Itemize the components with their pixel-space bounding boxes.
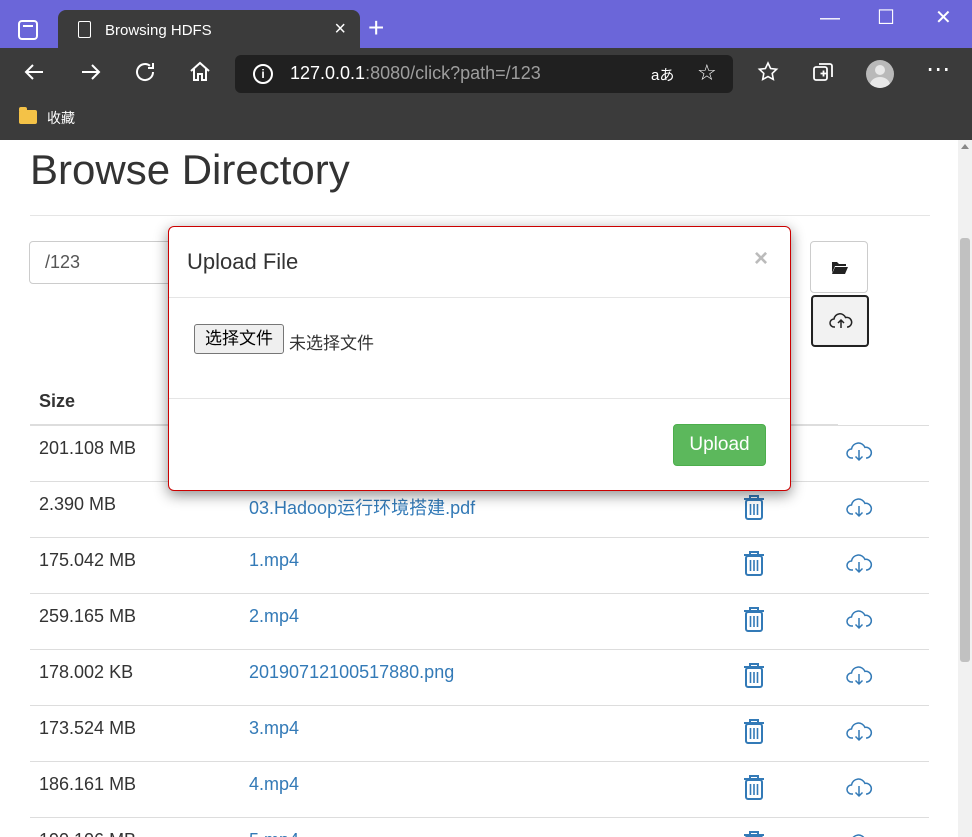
trash-icon[interactable] xyxy=(742,550,766,581)
page-title: Browse Directory xyxy=(30,146,350,193)
trash-icon[interactable] xyxy=(742,606,766,637)
home-icon[interactable] xyxy=(188,60,212,84)
scroll-thumb[interactable] xyxy=(960,238,970,662)
tab-close-button[interactable]: × xyxy=(334,19,346,39)
browser-titlebar: Browsing HDFS × + — ☐ ✕ xyxy=(0,0,972,50)
file-name-link[interactable]: 3.mp4 xyxy=(249,718,299,739)
collections-icon[interactable] xyxy=(811,60,835,84)
cloud-download-icon[interactable] xyxy=(845,553,873,580)
file-name-link[interactable]: 1.mp4 xyxy=(249,550,299,571)
favorites-icon[interactable] xyxy=(756,60,780,84)
create-directory-button[interactable] xyxy=(810,241,868,293)
choose-file-button[interactable]: 选择文件 xyxy=(194,324,284,354)
url-text[interactable]: 127.0.0.1:8080/click?path=/123 xyxy=(290,63,541,84)
new-tab-button[interactable]: + xyxy=(368,14,384,42)
table-row: 175.042 MB 1.mp4 xyxy=(30,537,929,593)
trash-icon[interactable] xyxy=(742,830,766,837)
table-row: 190.106 MB 5.mp4 xyxy=(30,817,929,837)
tab-actions-icon[interactable] xyxy=(18,20,38,40)
upload-file-modal: Upload File × 选择文件 未选择文件 Upload xyxy=(168,226,791,491)
minimize-button[interactable]: — xyxy=(820,8,840,28)
modal-close-button[interactable]: × xyxy=(754,245,768,273)
cloud-download-icon[interactable] xyxy=(845,609,873,636)
maximize-button[interactable]: ☐ xyxy=(877,8,895,28)
upload-file-button[interactable] xyxy=(811,295,869,347)
folder-open-icon xyxy=(832,262,848,274)
size-column-header[interactable]: Size xyxy=(39,391,75,412)
file-size: 186.161 MB xyxy=(39,774,137,794)
no-file-chosen-label: 未选择文件 xyxy=(289,334,374,354)
modal-header-divider xyxy=(169,297,790,298)
favorites-bar xyxy=(0,100,972,140)
trash-icon[interactable] xyxy=(742,774,766,805)
site-info-icon[interactable]: i xyxy=(253,64,273,84)
table-row: 178.002 KB 20190712100517880.png xyxy=(30,649,929,705)
file-size: 190.106 MB xyxy=(39,830,136,837)
cloud-download-icon[interactable] xyxy=(845,441,873,468)
cloud-download-icon[interactable] xyxy=(845,497,873,524)
upload-submit-button[interactable]: Upload xyxy=(673,424,766,466)
window-close-button[interactable]: ✕ xyxy=(935,8,952,28)
address-bar[interactable]: i 127.0.0.1:8080/click?path=/123 aあ ☆ xyxy=(235,55,733,93)
cloud-download-icon[interactable] xyxy=(845,721,873,748)
trash-icon[interactable] xyxy=(742,662,766,693)
refresh-icon[interactable] xyxy=(133,60,157,84)
modal-footer-divider xyxy=(169,398,790,399)
browser-tab-active[interactable]: Browsing HDFS × xyxy=(58,10,360,50)
modal-title: Upload File xyxy=(187,249,299,274)
cloud-download-icon[interactable] xyxy=(845,777,873,804)
table-row: 173.524 MB 3.mp4 xyxy=(30,705,929,761)
bookmark-folder-label[interactable]: 收藏 xyxy=(47,108,75,128)
file-size: 259.165 MB xyxy=(39,606,137,626)
table-row: 259.165 MB 2.mp4 xyxy=(30,593,929,649)
browser-navbar: i 127.0.0.1:8080/click?path=/123 aあ ☆ ⋯ xyxy=(0,48,972,100)
tab-title: Browsing HDFS xyxy=(105,22,212,39)
file-size: 201.108 MB xyxy=(39,438,137,458)
title-divider xyxy=(30,215,930,216)
cloud-upload-icon xyxy=(829,313,853,328)
document-icon xyxy=(78,21,91,38)
cloud-download-icon[interactable] xyxy=(845,665,873,692)
file-size: 2.390 MB xyxy=(39,494,117,514)
read-aloud-icon[interactable]: aあ xyxy=(651,64,674,85)
add-favorite-icon[interactable]: ☆ xyxy=(697,60,717,86)
file-size: 175.042 MB xyxy=(39,550,137,570)
folder-icon[interactable] xyxy=(19,107,37,124)
back-icon[interactable] xyxy=(23,60,47,84)
more-options-icon[interactable]: ⋯ xyxy=(926,58,950,82)
forward-icon[interactable] xyxy=(78,60,102,84)
file-name-link[interactable]: 2.mp4 xyxy=(249,606,299,627)
trash-icon[interactable] xyxy=(742,718,766,749)
page-scrollbar[interactable] xyxy=(958,140,972,837)
file-name-link[interactable]: 20190712100517880.png xyxy=(249,662,454,683)
file-name-link[interactable]: 03.Hadoop运行环境搭建.pdf xyxy=(249,494,475,520)
table-row: 186.161 MB 4.mp4 xyxy=(30,761,929,817)
directory-path-input[interactable]: /123 xyxy=(29,241,179,284)
profile-avatar[interactable] xyxy=(866,60,894,88)
trash-icon[interactable] xyxy=(742,494,766,525)
file-size: 178.002 KB xyxy=(39,662,134,682)
file-name-link[interactable]: 5.mp4 xyxy=(249,830,299,837)
scroll-up-arrow[interactable] xyxy=(961,144,969,149)
file-size: 173.524 MB xyxy=(39,718,137,738)
file-name-link[interactable]: 4.mp4 xyxy=(249,774,299,795)
cloud-download-icon[interactable] xyxy=(845,833,873,837)
